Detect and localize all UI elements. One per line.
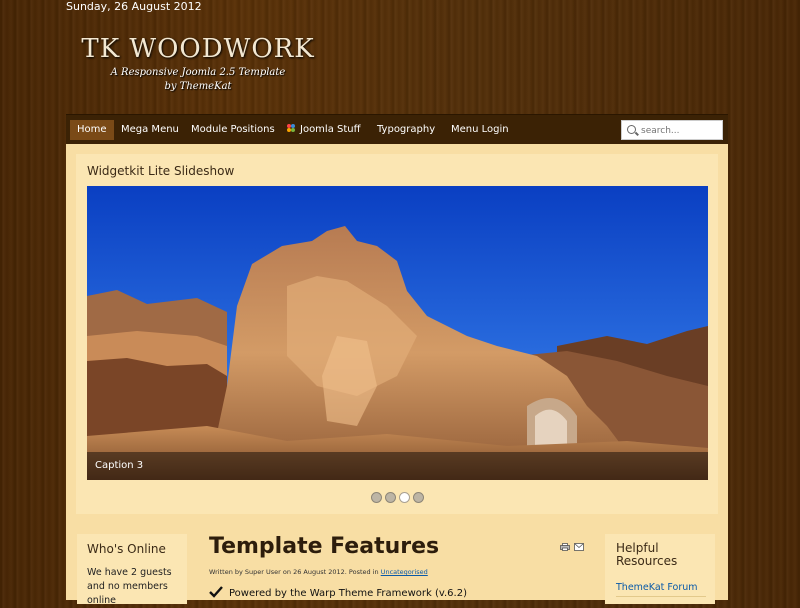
nav-item-joomla-stuff-label: Joomla Stuff — [300, 124, 361, 135]
nav-item-mega-menu[interactable]: Mega Menu — [114, 120, 186, 140]
article-meta: Written by Super User on 26 August 2012.… — [209, 568, 428, 576]
email-icon[interactable] — [574, 543, 584, 551]
main-content: Widgetkit Lite Slideshow Caption 3 Who's… — [66, 144, 728, 606]
themekat-forum-link[interactable]: ThemeKat Forum — [616, 582, 698, 593]
slideshow-caption-text: Caption 3 — [95, 460, 144, 471]
slide-dot-4[interactable] — [413, 492, 424, 503]
whos-online-module: Who's Online We have 2 guests and no mem… — [77, 534, 187, 606]
slideshow-caption: Caption 3 — [87, 452, 708, 480]
print-icon[interactable] — [560, 543, 570, 551]
helpful-resources-heading: Helpful Resources — [616, 541, 678, 568]
nav-item-typography[interactable]: Typography — [370, 120, 442, 140]
nav-item-menu-login[interactable]: Menu Login — [444, 120, 516, 140]
article-category-link[interactable]: Uncategorised — [381, 568, 428, 576]
slide-dot-2[interactable] — [385, 492, 396, 503]
search-icon — [627, 125, 636, 134]
checkmark-icon — [209, 586, 223, 598]
whos-online-heading: Who's Online — [87, 542, 166, 556]
search-input[interactable] — [639, 123, 723, 139]
main-navigation: Home Mega Menu Module Positions Joomla S… — [66, 114, 728, 145]
slide-dot-1[interactable] — [371, 492, 382, 503]
nav-item-module-positions[interactable]: Module Positions — [184, 120, 282, 140]
site-title: TK WOODWORK — [81, 34, 315, 64]
slideshow-module: Widgetkit Lite Slideshow Caption 3 — [76, 154, 718, 514]
slideshow-pager — [371, 488, 427, 507]
site-tagline-1: A Responsive Joomla 2.5 Template — [110, 67, 286, 78]
slideshow-image[interactable]: Caption 3 — [87, 186, 708, 480]
feature-item: Powered by the Warp Theme Framework (v.6… — [209, 586, 467, 599]
slideshow-heading: Widgetkit Lite Slideshow — [87, 164, 235, 178]
slide-dot-3[interactable] — [399, 492, 410, 503]
header-date: Sunday, 26 August 2012 — [66, 0, 202, 13]
desert-rock-photo — [87, 186, 708, 480]
whos-online-text: We have 2 guests and no members online — [87, 567, 172, 606]
article-meta-text: Written by Super User on 26 August 2012.… — [209, 568, 381, 576]
feature-item-text: Powered by the Warp Theme Framework (v.6… — [229, 588, 467, 599]
joomla-icon — [287, 124, 295, 132]
site-tagline-2: by ThemeKat — [164, 81, 232, 92]
search-box[interactable] — [621, 120, 723, 140]
site-logo[interactable]: TK WOODWORK A Responsive Joomla 2.5 Temp… — [78, 34, 318, 94]
nav-item-home[interactable]: Home — [70, 120, 114, 140]
article-icons — [560, 536, 588, 555]
helpful-resources-module: Helpful Resources ThemeKat Forum — [605, 534, 715, 604]
resource-divider — [616, 596, 706, 597]
nav-item-joomla-stuff[interactable]: Joomla Stuff — [279, 120, 368, 140]
article-title[interactable]: Template Features — [209, 534, 439, 559]
